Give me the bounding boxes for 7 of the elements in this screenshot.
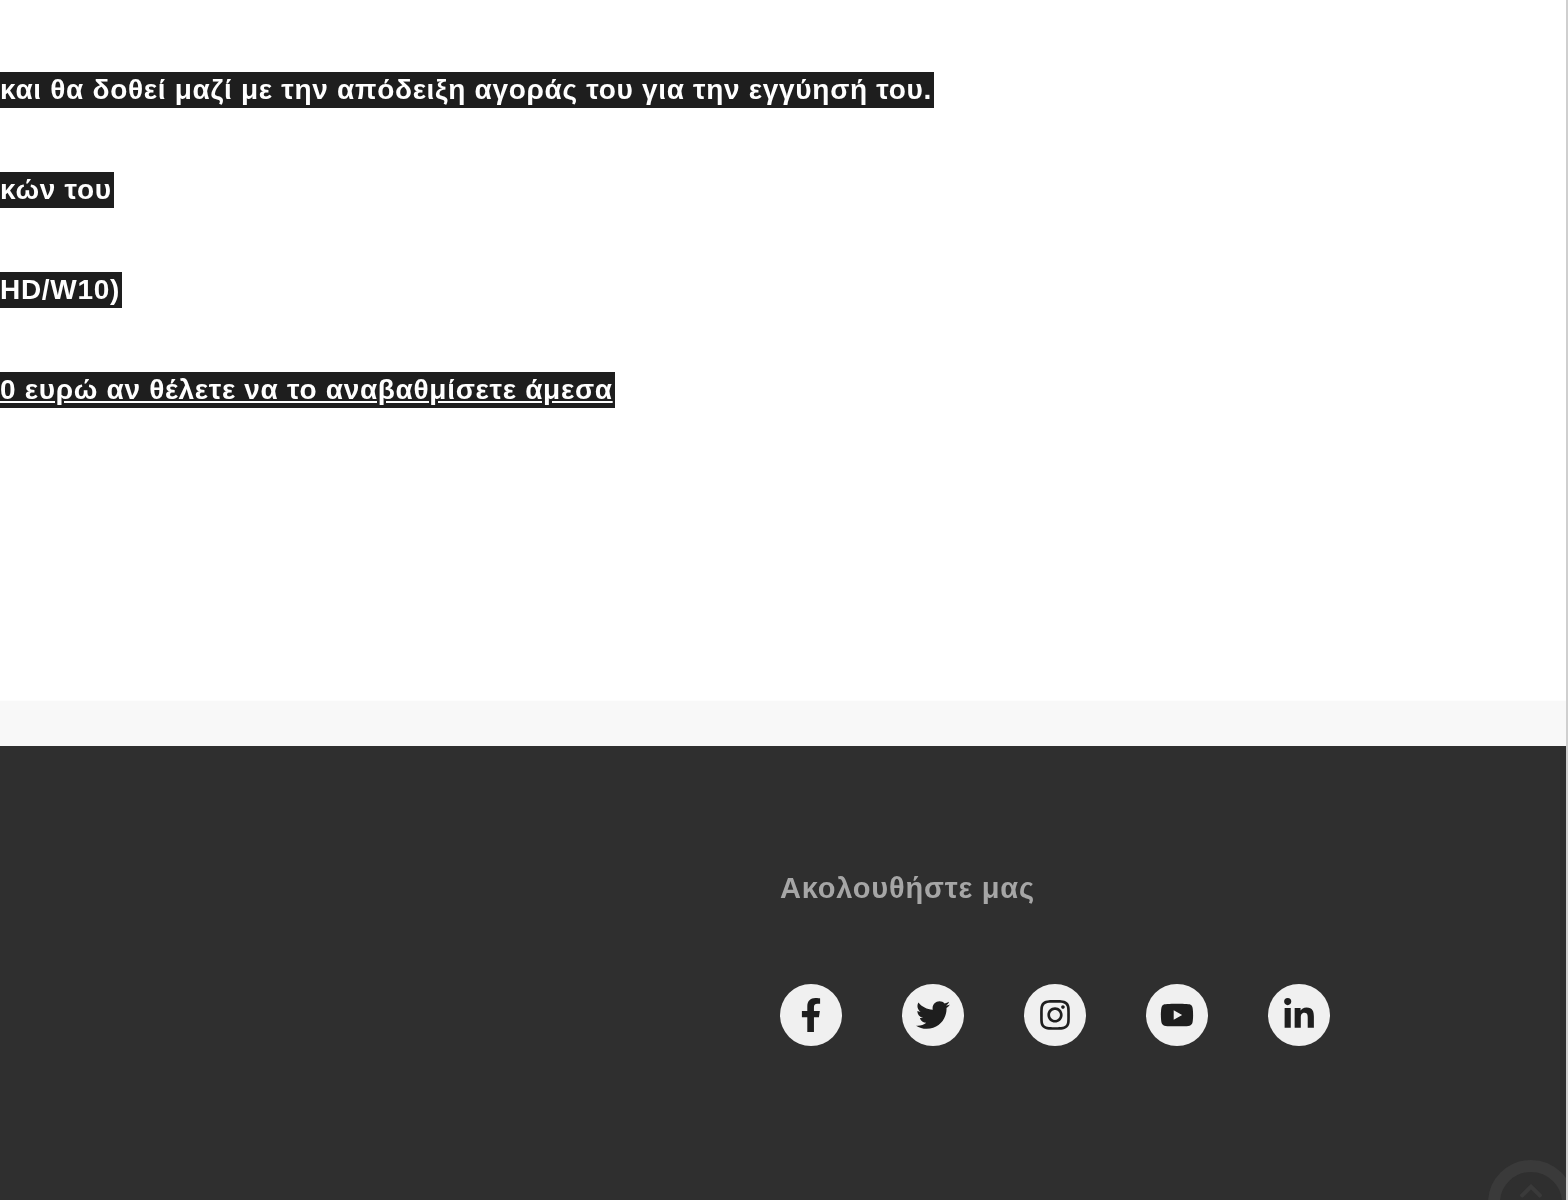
highlighted-text: HD/W10) bbox=[0, 272, 123, 308]
upgrade-link[interactable]: 0 ευρώ αν θέλετε να το αναβαθμίσετε άμεσα bbox=[0, 372, 615, 408]
highlighted-text: κών του bbox=[0, 172, 114, 208]
twitter-icon bbox=[916, 998, 950, 1032]
instagram-icon bbox=[1038, 998, 1072, 1032]
highlighted-text: και θα δοθεί μαζί με την απόδειξη αγοράς του για την εγγύησή του. bbox=[0, 72, 934, 108]
follow-us-heading: Ακολουθήστε μας bbox=[780, 871, 1035, 906]
